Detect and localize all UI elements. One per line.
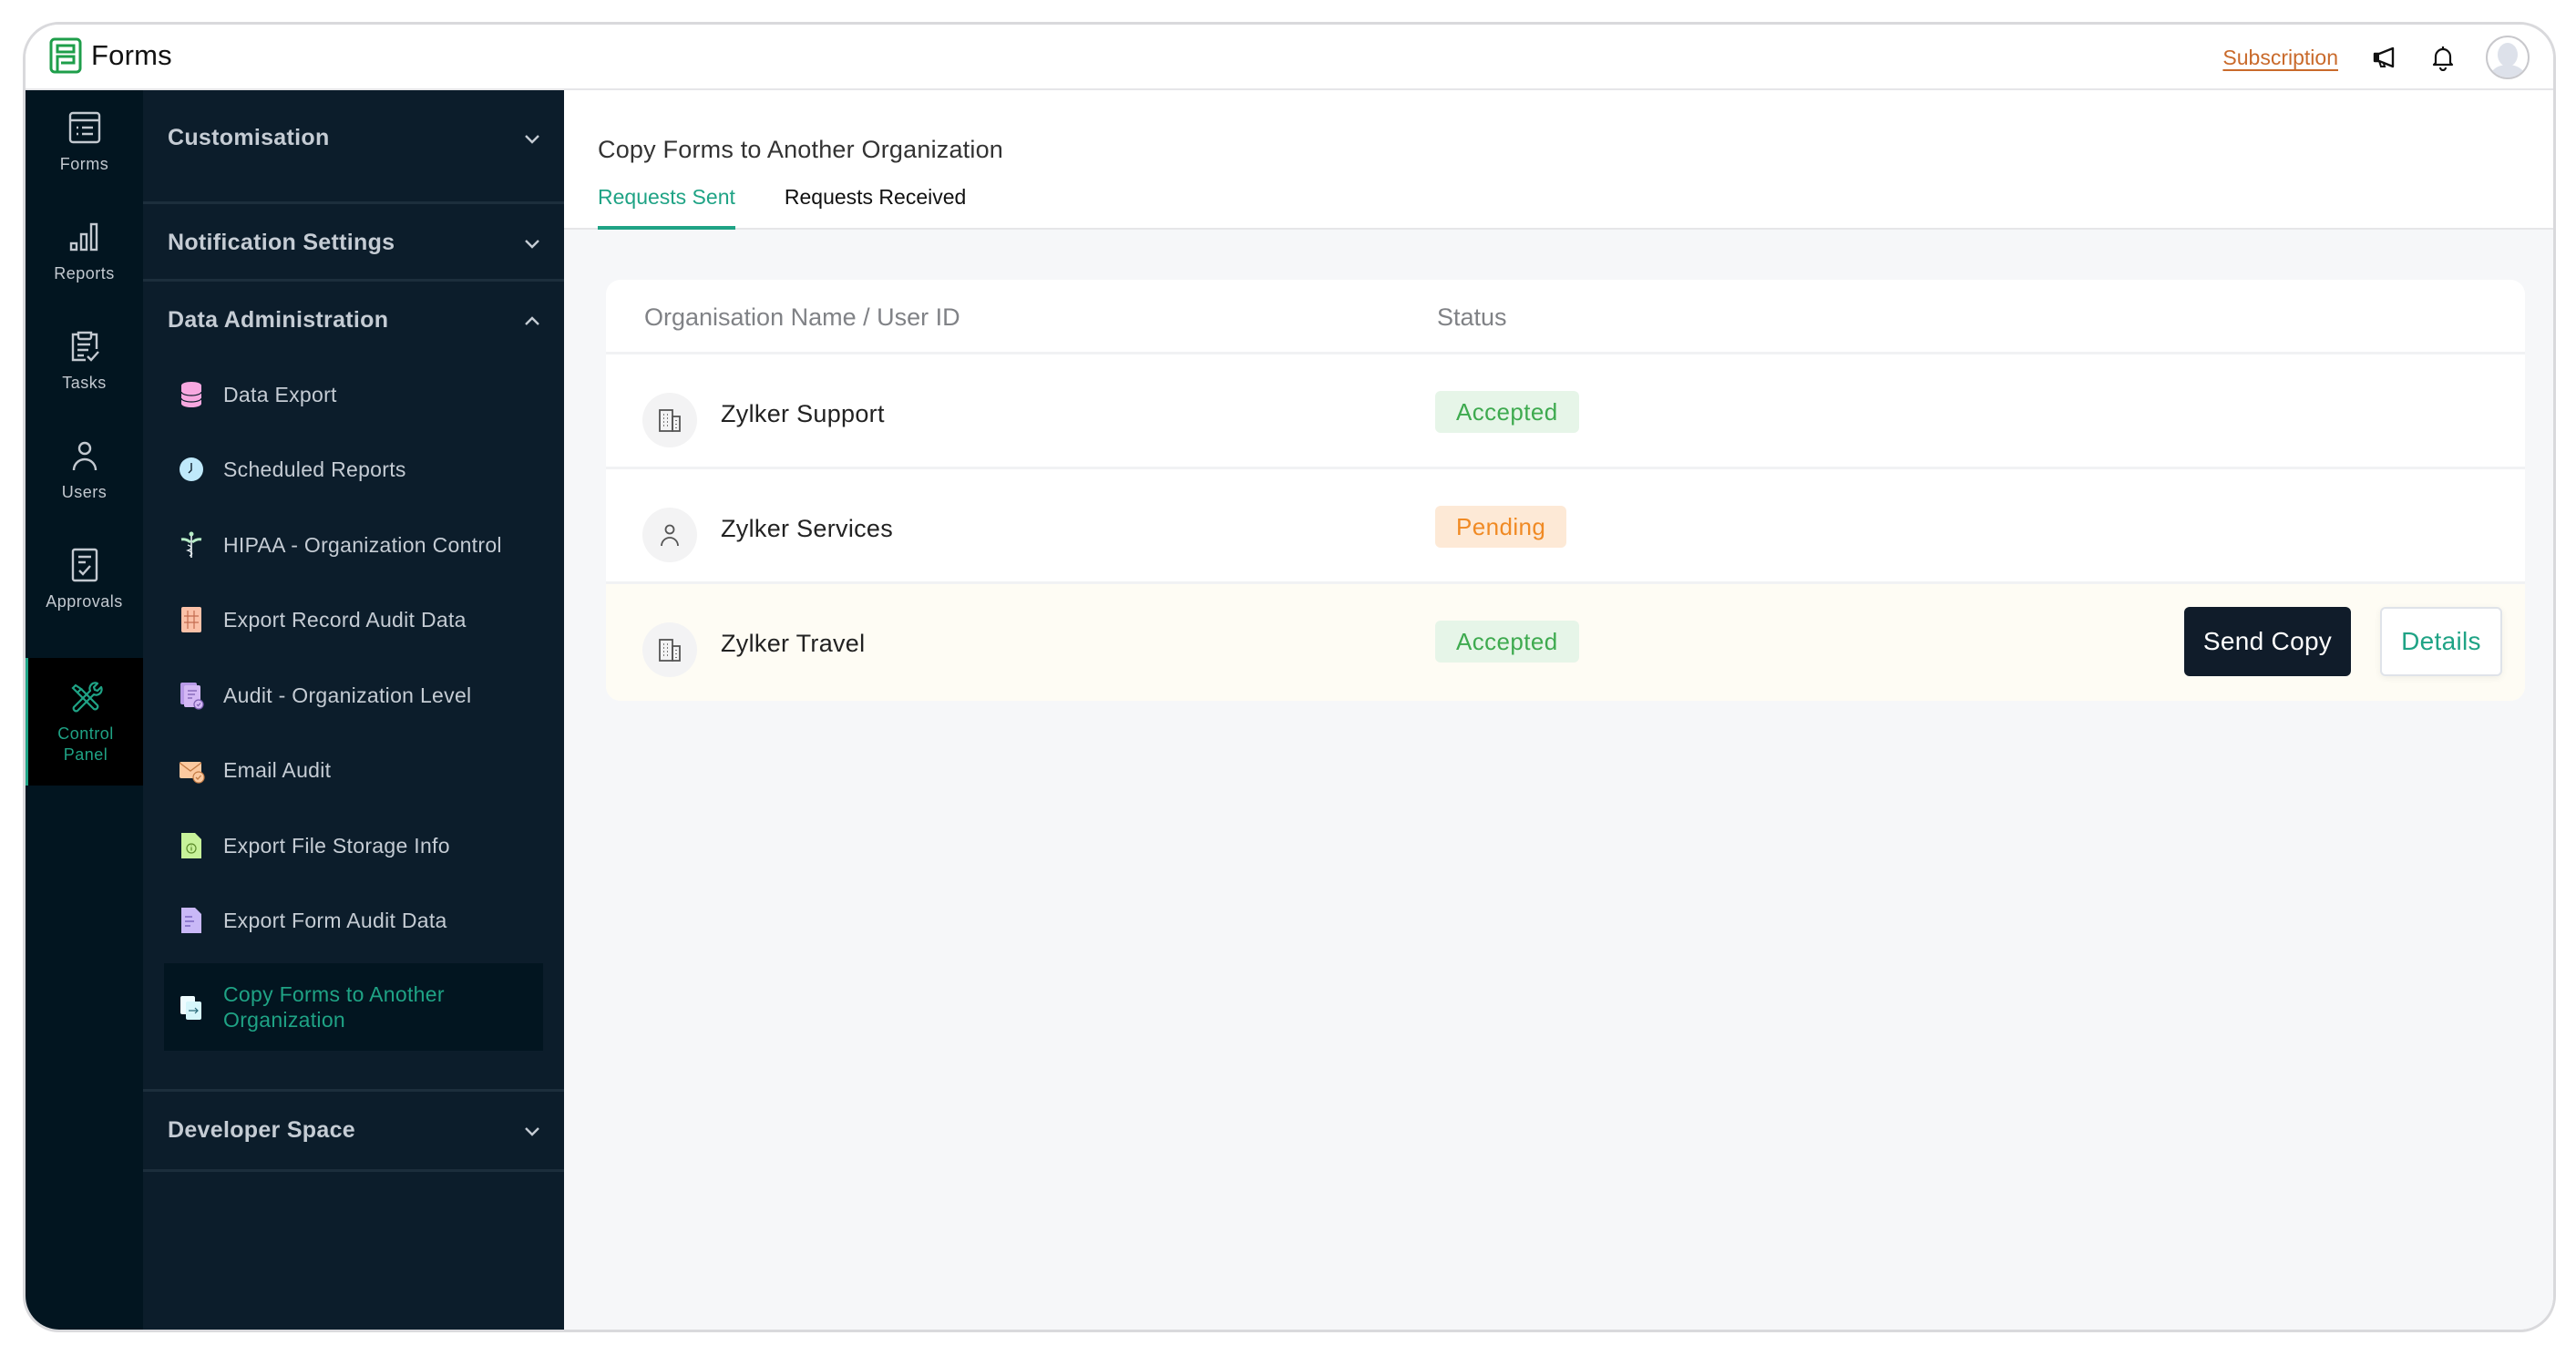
section-divider bbox=[143, 1169, 564, 1172]
top-right-actions: Subscription bbox=[2222, 25, 2533, 90]
rail-label: Users bbox=[61, 483, 108, 501]
organisation-name: Zylker Travel bbox=[721, 630, 866, 657]
sidebar-item-label: Copy Forms to Another Organization bbox=[223, 982, 445, 1032]
sidebar-item-label: HIPAA - Organization Control bbox=[223, 532, 502, 557]
settings-sidebar: Customisation Notification Settings Data… bbox=[143, 90, 564, 1330]
table-row[interactable]: Zylker Support Accepted bbox=[606, 354, 2525, 469]
sidebar-item-label: Export Form Audit Data bbox=[223, 908, 447, 932]
sidebar-item-export-form-audit-data[interactable]: Export Form Audit Data bbox=[143, 893, 564, 948]
bell-icon[interactable] bbox=[2427, 42, 2458, 73]
form-doc-icon bbox=[178, 906, 205, 935]
copy-forms-icon bbox=[178, 992, 205, 1022]
sidebar-item-label: Export File Storage Info bbox=[223, 833, 450, 858]
section-developer-space[interactable]: Developer Space bbox=[143, 1092, 564, 1169]
section-customisation[interactable]: Customisation bbox=[143, 99, 564, 177]
file-info-icon bbox=[178, 831, 205, 860]
page-title: Copy Forms to Another Organization bbox=[598, 136, 1004, 163]
forms-logo-icon bbox=[49, 37, 82, 74]
tools-icon bbox=[71, 682, 103, 713]
chevron-up-icon bbox=[525, 316, 539, 325]
clock-icon bbox=[178, 455, 205, 484]
sidebar-item-label: Data Export bbox=[223, 382, 337, 406]
column-header-organisation: Organisation Name / User ID bbox=[644, 303, 960, 331]
main-content: Copy Forms to Another Organization Reque… bbox=[564, 90, 2553, 1330]
chevron-down-icon bbox=[525, 1127, 539, 1136]
avatar-body bbox=[2491, 65, 2524, 77]
avatar-head bbox=[2498, 43, 2518, 67]
bar-chart-icon bbox=[69, 222, 97, 252]
page-header: Copy Forms to Another Organization Reque… bbox=[564, 90, 2553, 230]
column-header-status: Status bbox=[1437, 303, 1507, 331]
table-doc-icon bbox=[178, 605, 205, 634]
subscription-link[interactable]: Subscription bbox=[2222, 46, 2338, 70]
rail-item-users[interactable]: Users bbox=[26, 437, 143, 503]
database-icon bbox=[178, 380, 205, 409]
sidebar-item-label: Scheduled Reports bbox=[223, 457, 406, 481]
app-window: Forms Subscription Forms Reports Tasks U… bbox=[23, 22, 2556, 1332]
clipboard-check-icon bbox=[71, 331, 99, 362]
details-button[interactable]: Details bbox=[2380, 607, 2502, 676]
megaphone-icon[interactable] bbox=[2369, 42, 2400, 73]
organisation-name: Zylker Services bbox=[721, 515, 894, 542]
building-icon bbox=[642, 393, 697, 447]
organisation-name: Zylker Support bbox=[721, 400, 885, 427]
building-icon bbox=[642, 622, 697, 677]
top-bar: Forms Subscription bbox=[26, 25, 2553, 90]
section-label: Developer Space bbox=[168, 1117, 355, 1143]
icon-rail: Forms Reports Tasks Users Approvals Cont… bbox=[26, 90, 143, 1330]
rail-label-line1: Control bbox=[57, 724, 114, 743]
app-name: Forms bbox=[91, 39, 172, 71]
audit-docs-icon bbox=[178, 681, 205, 710]
section-label: Customisation bbox=[168, 125, 330, 150]
rail-label: Tasks bbox=[62, 374, 107, 392]
sidebar-item-audit-organization-level[interactable]: Audit - Organization Level bbox=[143, 668, 564, 723]
app-logo[interactable]: Forms bbox=[49, 37, 172, 74]
status-badge: Pending bbox=[1435, 506, 1567, 548]
sidebar-item-label: Audit - Organization Level bbox=[223, 683, 472, 707]
rail-label: Forms bbox=[59, 155, 109, 173]
chevron-down-icon bbox=[525, 135, 539, 144]
section-label: Notification Settings bbox=[168, 230, 395, 255]
user-icon bbox=[72, 441, 97, 471]
sidebar-item-data-export[interactable]: Data Export bbox=[143, 367, 564, 422]
caduceus-icon bbox=[178, 530, 205, 560]
sidebar-item-copy-forms[interactable]: Copy Forms to Another Organization bbox=[164, 963, 543, 1051]
sidebar-item-export-file-storage-info[interactable]: Export File Storage Info bbox=[143, 818, 564, 873]
rail-item-tasks[interactable]: Tasks bbox=[26, 327, 143, 394]
rail-item-reports[interactable]: Reports bbox=[26, 218, 143, 284]
user-icon bbox=[642, 508, 697, 562]
rail-label: Control Panel bbox=[57, 724, 114, 765]
tab-requests-sent[interactable]: Requests Sent bbox=[598, 185, 735, 230]
table-row[interactable]: Zylker Services Pending bbox=[606, 469, 2525, 584]
user-avatar[interactable] bbox=[2486, 36, 2530, 79]
chevron-down-icon bbox=[525, 240, 539, 249]
requests-table: Organisation Name / User ID Status Zylke… bbox=[606, 280, 2525, 701]
approval-doc-icon bbox=[71, 548, 97, 582]
tab-requests-received[interactable]: Requests Received bbox=[785, 185, 966, 230]
sidebar-item-export-record-audit-data[interactable]: Export Record Audit Data bbox=[143, 592, 564, 647]
section-label: Data Administration bbox=[168, 307, 389, 333]
email-check-icon bbox=[178, 755, 205, 785]
table-row-highlighted[interactable]: Zylker Travel Accepted Send Copy Details bbox=[606, 584, 2525, 701]
rail-label: Approvals bbox=[46, 592, 123, 611]
rail-label-line2: Panel bbox=[63, 745, 108, 764]
send-copy-button[interactable]: Send Copy bbox=[2184, 607, 2351, 676]
sidebar-item-label: Email Audit bbox=[223, 757, 332, 782]
status-badge: Accepted bbox=[1435, 391, 1579, 433]
table-header: Organisation Name / User ID Status bbox=[606, 280, 2525, 354]
sidebar-item-email-audit[interactable]: Email Audit bbox=[143, 743, 564, 797]
tab-bar: Requests Sent Requests Received bbox=[598, 185, 1015, 230]
rail-label: Reports bbox=[54, 264, 115, 282]
status-badge: Accepted bbox=[1435, 621, 1579, 663]
rail-item-control-panel[interactable]: Control Panel bbox=[26, 658, 143, 786]
rail-item-forms[interactable]: Forms bbox=[26, 108, 143, 175]
forms-icon bbox=[68, 111, 100, 144]
sidebar-item-hipaa[interactable]: HIPAA - Organization Control bbox=[143, 518, 564, 572]
rail-item-approvals[interactable]: Approvals bbox=[26, 546, 143, 612]
sidebar-item-scheduled-reports[interactable]: Scheduled Reports bbox=[143, 442, 564, 497]
section-data-administration[interactable]: Data Administration bbox=[143, 282, 564, 359]
sidebar-item-label: Export Record Audit Data bbox=[223, 607, 467, 632]
section-notification-settings[interactable]: Notification Settings bbox=[143, 204, 564, 282]
